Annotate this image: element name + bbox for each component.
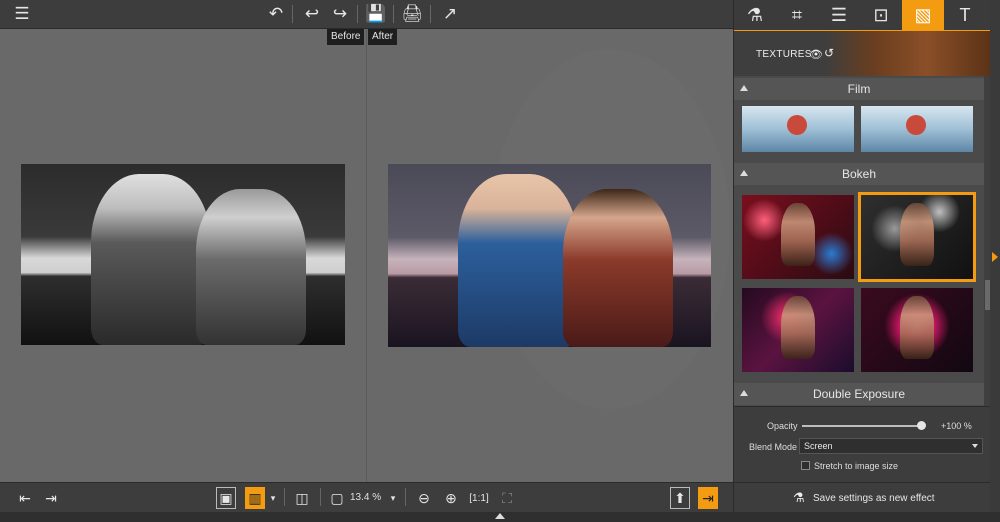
before-tooltip: Before [327,29,365,45]
zoom-in-icon[interactable]: ⊕ [441,487,461,509]
fit-screen-icon[interactable]: ⛶ [497,487,517,509]
zoom-level[interactable]: 13.4 % [350,492,381,503]
flask-icon: ⚗ [793,490,805,505]
section-label: Double Exposure [812,387,906,401]
image-canvas[interactable] [0,29,733,482]
section-film[interactable]: Film [734,78,984,100]
toolbar-separator [357,5,358,23]
person-left [458,174,578,347]
redo-icon[interactable]: ↪ [328,3,352,25]
effects-panel: ⚗ ⌗ ☰ ⊡ ▧ T TEXTURES 👁 ↺ Film Bokeh Doub… [733,0,991,512]
toolbar-separator [405,488,406,506]
face-image [900,203,934,267]
eye-icon[interactable]: 👁 [809,48,823,61]
menu-icon[interactable]: ☰ [10,3,34,25]
next-image-icon[interactable]: ⇥ [40,487,62,509]
toolbar-separator [292,5,293,23]
view-dropdown-icon[interactable]: ▾ [268,487,278,509]
section-bokeh[interactable]: Bokeh [734,163,984,185]
prev-image-icon[interactable]: ⇤ [14,487,36,509]
status-bar [0,512,1000,522]
collapse-caret-icon[interactable] [495,513,505,519]
face-image [900,296,934,360]
opacity-slider[interactable] [802,425,920,427]
tab-textures[interactable]: ▧ [902,0,944,30]
panel-tabs: ⚗ ⌗ ☰ ⊡ ▧ T [734,0,991,30]
toolbar-separator [430,5,431,23]
blend-mode-select[interactable]: Screen [799,438,983,454]
chevron-down-icon [972,444,978,448]
face-image [781,203,815,267]
bottom-toolbar: ⇤ ⇥ ▣ ▥ ▾ ◫ ▢ 13.4 % ▾ ⊖ ⊕ [1:1] ⛶ ⬆ ⇥ [0,482,733,512]
before-after-divider[interactable] [366,29,367,482]
undo-icon[interactable]: ↩ [300,3,324,25]
stretch-checkbox[interactable] [801,461,810,470]
reset-icon[interactable]: ↺ [824,46,834,60]
save-settings-label[interactable]: Save settings as new effect [813,493,935,504]
blend-mode-label: Blend Mode [749,442,798,452]
face-image [781,296,815,360]
collapse-arrow-icon [740,85,748,91]
tab-frames[interactable]: ⊡ [860,0,902,30]
toolbar-separator [284,488,285,506]
after-tooltip: After [368,29,398,45]
opacity-slider-handle[interactable] [917,421,926,430]
top-toolbar: ☰ ↶ ↩ ↪ 💾 🖨 ↗ [0,0,733,29]
actual-size-icon[interactable]: [1:1] [468,487,490,509]
toolbar-separator [320,488,321,506]
tab-crop[interactable]: ⌗ [776,0,818,30]
bokeh-thumbnail[interactable] [861,288,973,372]
single-view-icon[interactable]: ▣ [216,487,236,509]
after-image [388,164,711,347]
film-thumbnail[interactable] [742,106,854,152]
split-view-icon[interactable]: ▥ [245,487,265,509]
person-right [196,189,306,345]
stretch-label: Stretch to image size [814,461,899,471]
toolbar-separator [393,5,394,23]
save-icon[interactable]: 💾 [364,3,388,25]
fit-icon[interactable]: ▢ [328,487,346,509]
section-label: Film [847,82,871,96]
film-thumbnail[interactable] [861,106,973,152]
bokeh-thumbnail[interactable] [742,288,854,372]
save-settings-bar[interactable]: ⚗ Save settings as new effect [734,482,991,512]
zoom-dropdown-icon[interactable]: ▾ [388,487,398,509]
person-left [91,174,211,345]
tab-adjustments[interactable]: ☰ [818,0,860,30]
tab-presets[interactable]: ⚗ [734,0,776,30]
person-right [563,189,673,347]
before-image [21,164,345,345]
panel-expand-arrow-icon[interactable] [992,252,998,262]
print-icon[interactable]: 🖨 [400,3,424,25]
opacity-label: Opacity [767,421,798,431]
exit-icon[interactable]: ⇥ [698,487,718,509]
textures-title: TEXTURES [756,49,812,60]
section-label: Bokeh [841,167,877,181]
collapse-arrow-icon [740,390,748,396]
texture-controls: Opacity +100 % Blend Mode Screen Stretch… [734,406,991,482]
bokeh-thumbnail-selected[interactable] [858,192,976,282]
zoom-out-icon[interactable]: ⊖ [414,487,434,509]
opacity-value: +100 % [941,421,972,431]
export-icon[interactable]: ⬆ [670,487,690,509]
collapse-arrow-icon [740,170,748,176]
section-double-exposure[interactable]: Double Exposure [734,383,984,405]
bokeh-thumbnail[interactable] [742,195,854,279]
share-icon[interactable]: ↗ [438,3,462,25]
blend-mode-value: Screen [804,441,833,451]
tab-text[interactable]: T [944,0,986,30]
undo-all-icon[interactable]: ↶ [264,3,288,25]
compare-icon[interactable]: ◫ [292,487,312,509]
textures-header: TEXTURES 👁 ↺ [734,30,991,76]
